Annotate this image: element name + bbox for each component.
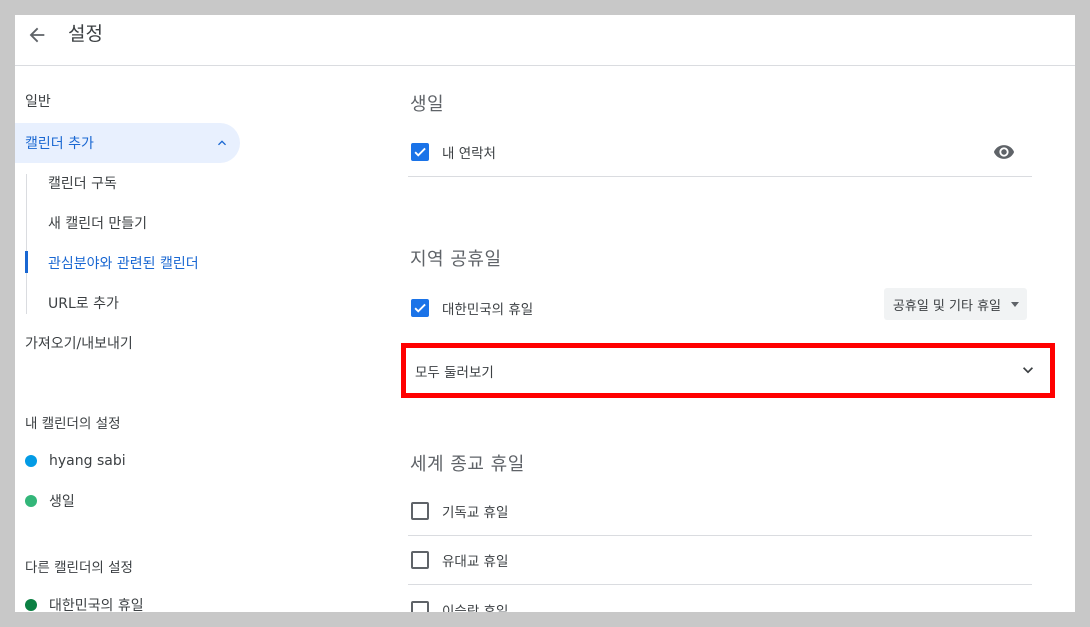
- holiday-type-select[interactable]: 공휴일 및 기타 휴일: [883, 288, 1027, 320]
- sidebar-item-label: 가져오기/내보내기: [25, 336, 133, 352]
- sidebar-calendar-birthday[interactable]: 생일: [25, 489, 75, 513]
- settings-sidebar: 일반 캘린더 추가 캘린더 구독 새 캘린더 만들기 관심분야와 관련된 캘린더…: [15, 66, 255, 612]
- contacts-birthday-label: 내 연락처: [442, 146, 496, 162]
- jewish-holidays-checkbox[interactable]: [411, 551, 429, 569]
- sidebar-calendar-hyang-sabi[interactable]: hyang sabi: [25, 449, 126, 473]
- sidebar-item-import-export[interactable]: 가져오기/내보내기: [15, 323, 255, 363]
- browse-all-label: 모두 둘러보기: [415, 364, 494, 381]
- holiday-type-select-value: 공휴일 및 기타 휴일: [892, 298, 1001, 314]
- dropdown-arrow-icon: [1011, 302, 1019, 307]
- top-app-bar: 설정: [15, 15, 1075, 66]
- jewish-holidays-label: 유대교 휴일: [442, 554, 509, 570]
- page-title: 설정: [68, 23, 103, 45]
- sidebar-item-label: 일반: [25, 94, 51, 110]
- arrow-back-icon: [29, 27, 45, 43]
- calendar-color-dot: [25, 455, 37, 467]
- browse-all-regional-button[interactable]: 모두 둘러보기: [415, 348, 1050, 393]
- christian-holidays-label: 기독교 휴일: [442, 505, 509, 521]
- calendar-name: 생일: [49, 494, 75, 510]
- jewish-holidays-row: 유대교 휴일: [408, 536, 1032, 585]
- visibility-toggle-button[interactable]: [992, 140, 1016, 164]
- contacts-birthday-checkbox[interactable]: [411, 143, 429, 161]
- sidebar-calendar-korea-holidays[interactable]: 대한민국의 휴일: [25, 593, 144, 612]
- settings-main-content: 생일 내 연락처 지역 공휴일 대한민국의 휴일 공휴일 및 기타 휴일 모두 …: [401, 66, 1055, 612]
- calendar-name: hyang sabi: [49, 453, 126, 469]
- sidebar-item-label: 캘린더 추가: [25, 136, 94, 152]
- sidebar-item-browse-interest-calendars[interactable]: 관심분야와 관련된 캘린더: [15, 243, 240, 283]
- sidebar-item-create-calendar[interactable]: 새 캘린더 만들기: [15, 203, 240, 243]
- checkmark-icon: [414, 147, 426, 157]
- korea-holidays-row: 대한민국의 휴일 공휴일 및 기타 휴일: [408, 283, 1032, 332]
- christian-holidays-checkbox[interactable]: [411, 502, 429, 520]
- christian-holidays-row: 기독교 휴일: [408, 487, 1032, 536]
- sidebar-item-label: URL로 추가: [48, 296, 119, 312]
- birthday-section-title: 생일: [410, 94, 445, 115]
- sidebar-item-label: 새 캘린더 만들기: [48, 216, 148, 232]
- my-calendars-section-label: 내 캘린더의 설정: [25, 416, 121, 432]
- islamic-holidays-label: 이슬람 휴일: [442, 603, 509, 613]
- sidebar-item-general[interactable]: 일반: [15, 81, 255, 121]
- chevron-down-icon: [1018, 360, 1038, 384]
- regional-holidays-section-title: 지역 공휴일: [410, 249, 502, 270]
- eye-icon: [993, 145, 1015, 159]
- korea-holidays-label: 대한민국의 휴일: [442, 301, 534, 318]
- religious-holidays-section-title: 세계 종교 휴일: [410, 454, 525, 475]
- islamic-holidays-row: 이슬람 휴일: [408, 585, 1032, 612]
- sidebar-item-add-calendar[interactable]: 캘린더 추가: [15, 123, 240, 163]
- browse-all-highlight: 모두 둘러보기: [401, 343, 1055, 398]
- calendar-color-dot: [25, 495, 37, 507]
- back-button[interactable]: [23, 21, 51, 49]
- settings-window: 설정 일반 캘린더 추가 캘린더 구독 새 캘린더 만들기 관심분야와 관련된 …: [15, 15, 1075, 612]
- chevron-up-icon: [214, 135, 230, 155]
- other-calendars-section-label: 다른 캘린더의 설정: [25, 560, 133, 576]
- korea-holidays-checkbox[interactable]: [411, 298, 429, 317]
- islamic-holidays-checkbox[interactable]: [411, 600, 429, 612]
- calendar-color-dot: [25, 599, 37, 611]
- calendar-name: 대한민국의 휴일: [49, 598, 144, 612]
- sidebar-item-subscribe-calendar[interactable]: 캘린더 구독: [15, 163, 240, 203]
- sidebar-item-label: 캘린더 구독: [48, 176, 117, 192]
- sidebar-item-label: 관심분야와 관련된 캘린더: [48, 256, 199, 272]
- contacts-birthday-row: 내 연락처: [408, 128, 1032, 177]
- sidebar-item-add-by-url[interactable]: URL로 추가: [15, 283, 240, 323]
- checkmark-icon: [414, 303, 426, 313]
